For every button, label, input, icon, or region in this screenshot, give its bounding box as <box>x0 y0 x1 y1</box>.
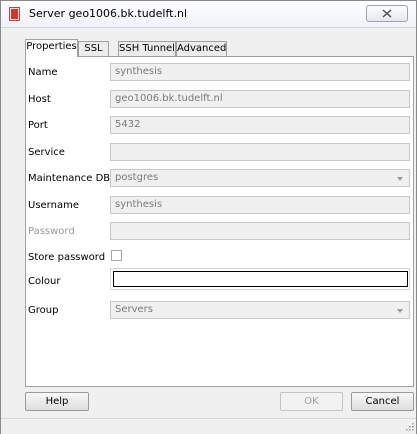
username-field[interactable]: synthesis <box>110 196 410 214</box>
port-field[interactable]: 5432 <box>110 116 410 134</box>
close-icon <box>382 9 392 18</box>
status-bar <box>1 418 416 434</box>
tab-advanced[interactable]: Advanced <box>176 41 227 56</box>
service-label: Service <box>28 147 65 158</box>
store-password-checkbox[interactable] <box>111 250 122 261</box>
tab-ssl[interactable]: SSL <box>78 41 109 56</box>
host-field[interactable]: geo1006.bk.tudelft.nl <box>110 90 410 108</box>
close-button[interactable] <box>366 5 408 22</box>
username-label: Username <box>28 200 79 211</box>
name-label: Name <box>28 67 58 78</box>
password-label: Password <box>28 226 75 237</box>
ok-button[interactable]: OK <box>280 392 343 411</box>
maintenance-db-select[interactable]: postgres <box>110 169 410 187</box>
tab-ssh-tunnel[interactable]: SSH Tunnel <box>118 41 176 56</box>
window-title: Server geo1006.bk.tudelft.nl <box>29 7 187 20</box>
help-button[interactable]: Help <box>25 392 89 411</box>
colour-label: Colour <box>28 276 61 287</box>
database-server-icon <box>9 7 20 21</box>
maintenance-db-label: Maintenance DB <box>28 173 111 184</box>
store-password-label: Store password <box>28 252 106 263</box>
colour-picker[interactable] <box>113 271 408 287</box>
port-label: Port <box>28 120 48 131</box>
service-field[interactable] <box>110 143 410 161</box>
group-label: Group <box>28 305 59 316</box>
server-properties-dialog: Server geo1006.bk.tudelft.nl Properties … <box>0 0 417 434</box>
tab-properties[interactable]: Properties <box>25 39 78 57</box>
title-bar[interactable]: Server geo1006.bk.tudelft.nl <box>1 1 416 28</box>
name-field[interactable]: synthesis <box>110 63 410 81</box>
group-select[interactable]: Servers <box>110 301 410 319</box>
resize-grip-icon[interactable] <box>406 423 414 431</box>
host-label: Host <box>28 94 51 105</box>
cancel-button[interactable]: Cancel <box>351 392 414 411</box>
password-field[interactable] <box>110 222 410 240</box>
